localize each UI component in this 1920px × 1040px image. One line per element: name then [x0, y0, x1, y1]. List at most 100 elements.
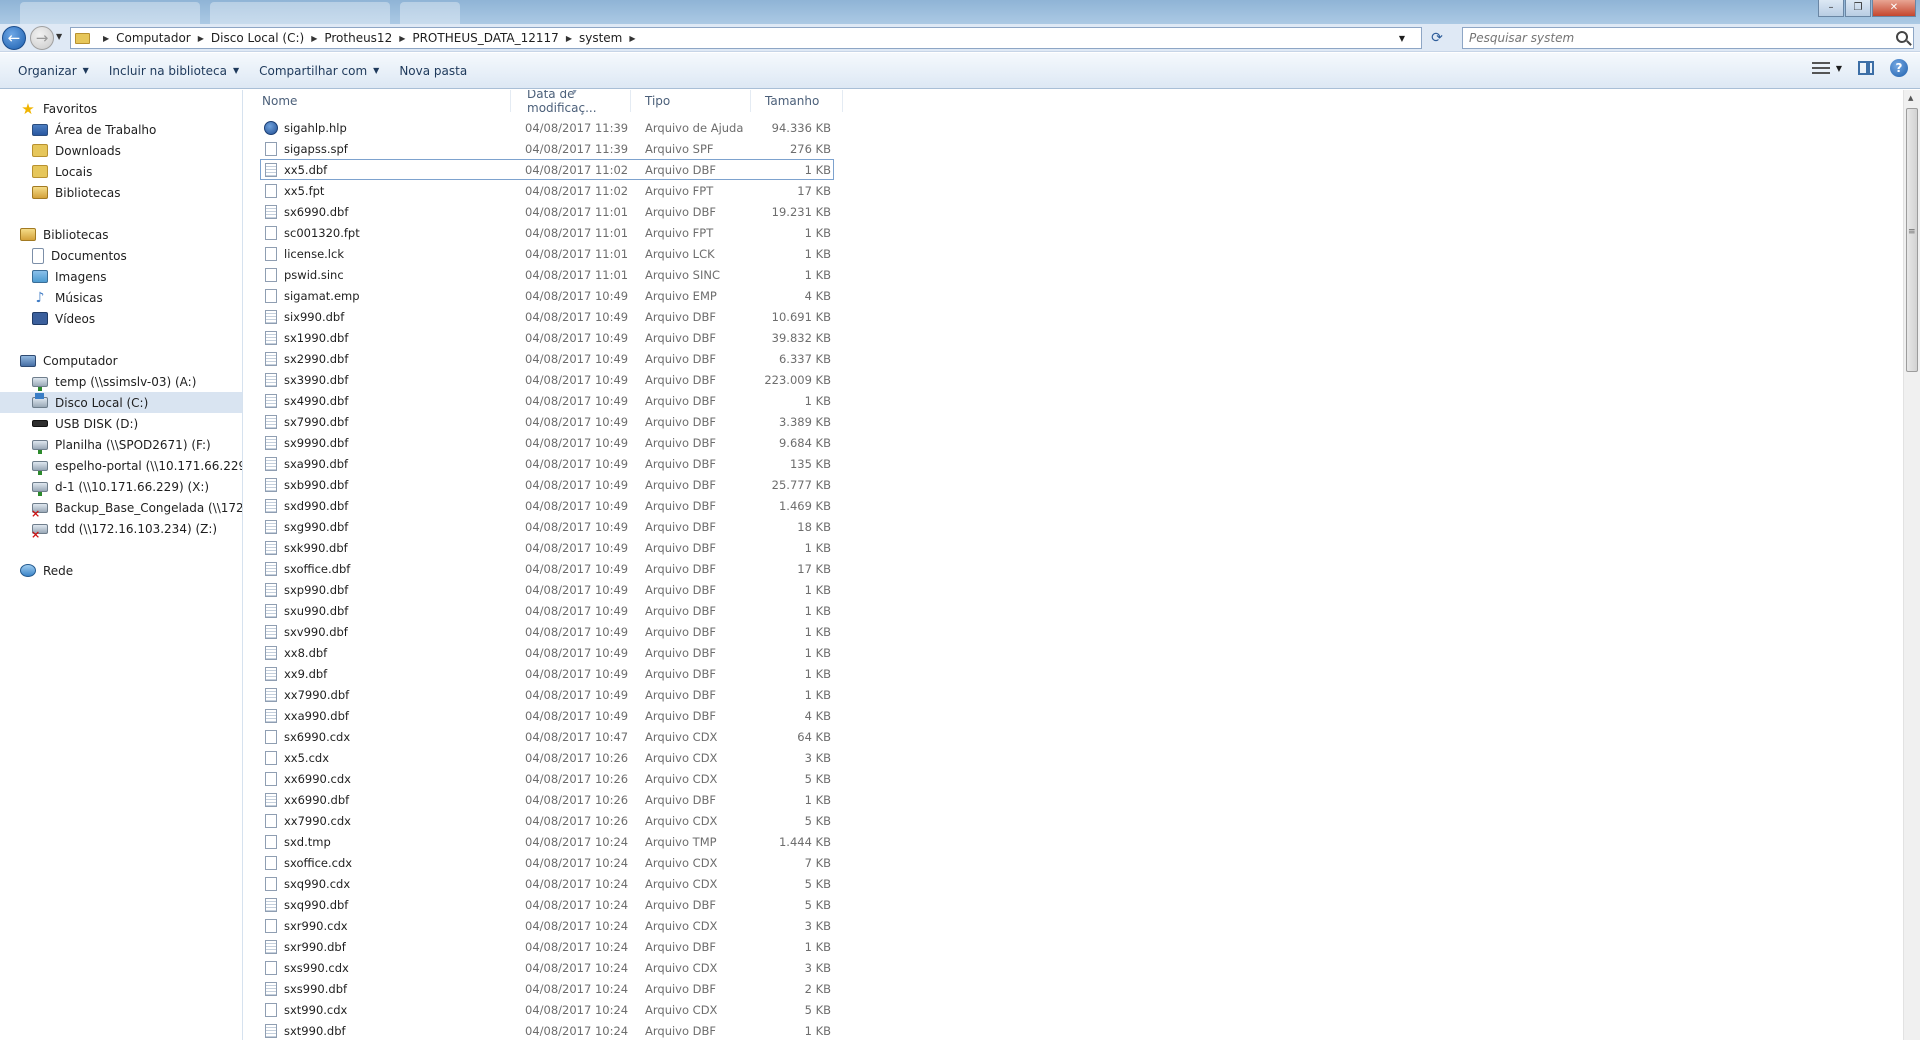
file-row[interactable]: sx1990.dbf 04/08/2017 10:49 Arquivo DBF 39.… [260, 327, 834, 348]
nav-item-drive-backup[interactable]: Backup_Base_Congelada (\\172.16.10 [0, 497, 242, 520]
file-row[interactable]: sx6990.cdx 04/08/2017 10:47 Arquivo CDX 64 … [260, 726, 834, 747]
chevron-right-icon[interactable]: ▶ [103, 34, 109, 43]
file-row[interactable]: license.lck 04/08/2017 11:01 Arquivo LCK 1 … [260, 243, 834, 264]
chevron-right-icon[interactable]: ▶ [566, 34, 572, 43]
history-dropdown-icon[interactable]: ▼ [56, 32, 62, 41]
file-row[interactable]: sx2990.dbf 04/08/2017 10:49 Arquivo DBF 6.3… [260, 348, 834, 369]
file-row[interactable]: sigapss.spf 04/08/2017 11:39 Arquivo SPF 27… [260, 138, 834, 159]
breadcrumb-protheus12[interactable]: Protheus12 [324, 31, 392, 45]
file-row[interactable]: sx4990.dbf 04/08/2017 10:49 Arquivo DBF 1 K… [260, 390, 834, 411]
nav-item-documents[interactable]: Documentos [0, 245, 242, 266]
nav-item-locais[interactable]: Locais [0, 161, 242, 182]
file-row[interactable]: sxq990.dbf 04/08/2017 10:24 Arquivo DBF 5 K… [260, 894, 834, 915]
chevron-right-icon[interactable]: ▶ [399, 34, 405, 43]
nav-libraries[interactable]: Bibliotecas [0, 224, 242, 245]
nav-favorites[interactable]: ★ Favoritos [0, 98, 242, 119]
file-row[interactable]: xx9.dbf 04/08/2017 10:49 Arquivo DBF 1 KB [260, 663, 834, 684]
column-header-type[interactable]: Tipo [631, 90, 751, 112]
new-folder-button[interactable]: Nova pasta [389, 59, 477, 83]
file-row[interactable]: xx8.dbf 04/08/2017 10:49 Arquivo DBF 1 KB [260, 642, 834, 663]
change-view-button[interactable]: ▼ [1811, 62, 1842, 74]
nav-item-drive-w[interactable]: espelho-portal (\\10.171.66.229) (W:) [0, 455, 242, 476]
nav-item-videos[interactable]: Vídeos [0, 308, 242, 329]
nav-item-desktop[interactable]: Área de Trabalho [0, 119, 242, 140]
scroll-up-icon[interactable]: ▲ [1908, 94, 1913, 102]
organize-button[interactable]: Organizar ▼ [8, 59, 99, 83]
breadcrumb-protheus-data[interactable]: PROTHEUS_DATA_12117 [412, 31, 558, 45]
nav-item-bibliotecas-fav[interactable]: Bibliotecas [0, 182, 242, 203]
file-row[interactable]: sxt990.cdx 04/08/2017 10:24 Arquivo CDX 5 K… [260, 999, 834, 1020]
file-row[interactable]: six990.dbf 04/08/2017 10:49 Arquivo DBF 10.… [260, 306, 834, 327]
nav-item-drive-a[interactable]: temp (\\ssimslv-03) (A:) [0, 371, 242, 392]
column-header-name[interactable]: Nome [244, 90, 511, 112]
nav-item-drive-c[interactable]: Disco Local (C:) [0, 392, 242, 413]
file-row[interactable]: sxr990.dbf 04/08/2017 10:24 Arquivo DBF 1 K… [260, 936, 834, 957]
file-row[interactable]: sx7990.dbf 04/08/2017 10:49 Arquivo DBF 3.3… [260, 411, 834, 432]
column-header-date[interactable]: Data de modificaç... [511, 90, 631, 115]
include-library-button[interactable]: Incluir na biblioteca ▼ [99, 59, 249, 83]
chevron-right-icon[interactable]: ▶ [311, 34, 317, 43]
nav-item-drive-x[interactable]: d-1 (\\10.171.66.229) (X:) [0, 476, 242, 497]
breadcrumb-computador[interactable]: Computador [116, 31, 191, 45]
column-header-size[interactable]: Tamanho [751, 90, 843, 112]
file-row[interactable]: sxd990.dbf 04/08/2017 10:49 Arquivo DBF 1.4… [260, 495, 834, 516]
preview-pane-icon[interactable] [1858, 61, 1874, 75]
share-button[interactable]: Compartilhar com ▼ [249, 59, 389, 83]
file-row[interactable]: xx7990.cdx 04/08/2017 10:26 Arquivo CDX 5 K… [260, 810, 834, 831]
file-row[interactable]: xx5.dbf 04/08/2017 11:02 Arquivo DBF 1 KB [260, 159, 834, 180]
nav-item-drive-f[interactable]: Planilha (\\SPOD2671) (F:) [0, 434, 242, 455]
file-row[interactable]: sxoffice.dbf 04/08/2017 10:49 Arquivo DBF 1… [260, 558, 834, 579]
refresh-icon[interactable]: ⟳ [1426, 27, 1448, 49]
nav-network[interactable]: Rede [0, 560, 242, 581]
file-row[interactable]: sxk990.dbf 04/08/2017 10:49 Arquivo DBF 1 K… [260, 537, 834, 558]
search-icon[interactable] [1896, 31, 1908, 43]
file-row[interactable]: sxp990.dbf 04/08/2017 10:49 Arquivo DBF 1 K… [260, 579, 834, 600]
file-row[interactable]: sigahlp.hlp 04/08/2017 11:39 Arquivo de Aj… [260, 117, 834, 138]
back-button[interactable]: ← [2, 26, 26, 50]
scrollbar-thumb[interactable] [1906, 108, 1918, 372]
file-row[interactable]: xx6990.cdx 04/08/2017 10:26 Arquivo CDX 5 K… [260, 768, 834, 789]
file-row[interactable]: xxa990.dbf 04/08/2017 10:49 Arquivo DBF 4 K… [260, 705, 834, 726]
close-button[interactable]: ✕ [1872, 0, 1916, 17]
nav-item-drive-d[interactable]: USB DISK (D:) [0, 413, 242, 434]
nav-item-music[interactable]: ♪ Músicas [0, 287, 242, 308]
file-row[interactable]: xx7990.dbf 04/08/2017 10:49 Arquivo DBF 1 K… [260, 684, 834, 705]
file-row[interactable]: xx5.cdx 04/08/2017 10:26 Arquivo CDX 3 KB [260, 747, 834, 768]
maximize-button[interactable]: ❐ [1845, 0, 1871, 17]
help-icon[interactable]: ? [1890, 59, 1908, 77]
file-row[interactable]: sxd.tmp 04/08/2017 10:24 Arquivo TMP 1.444 … [260, 831, 834, 852]
file-row[interactable]: sigamat.emp 04/08/2017 10:49 Arquivo EMP 4 … [260, 285, 834, 306]
search-input[interactable] [1463, 28, 1883, 48]
breadcrumb-system[interactable]: system [579, 31, 622, 45]
file-row[interactable]: sxb990.dbf 04/08/2017 10:49 Arquivo DBF 25.… [260, 474, 834, 495]
file-row[interactable]: sxq990.cdx 04/08/2017 10:24 Arquivo CDX 5 K… [260, 873, 834, 894]
chevron-right-icon[interactable]: ▶ [629, 34, 635, 43]
file-row[interactable]: sx6990.dbf 04/08/2017 11:01 Arquivo DBF 19.… [260, 201, 834, 222]
file-row[interactable]: sx9990.dbf 04/08/2017 10:49 Arquivo DBF 9.6… [260, 432, 834, 453]
address-dropdown-icon[interactable]: ▼ [1399, 34, 1405, 43]
file-row[interactable]: pswid.sinc 04/08/2017 11:01 Arquivo SINC 1 … [260, 264, 834, 285]
file-row[interactable]: sxs990.dbf 04/08/2017 10:24 Arquivo DBF 2 K… [260, 978, 834, 999]
file-row[interactable]: sxs990.cdx 04/08/2017 10:24 Arquivo CDX 3 K… [260, 957, 834, 978]
nav-item-drive-z[interactable]: tdd (\\172.16.103.234) (Z:) [0, 518, 242, 541]
file-row[interactable]: sxr990.cdx 04/08/2017 10:24 Arquivo CDX 3 K… [260, 915, 834, 936]
file-row[interactable]: sxg990.dbf 04/08/2017 10:49 Arquivo DBF 18 … [260, 516, 834, 537]
file-row[interactable]: sxv990.dbf 04/08/2017 10:49 Arquivo DBF 1 K… [260, 621, 834, 642]
file-row[interactable]: sxoffice.cdx 04/08/2017 10:24 Arquivo CDX 7… [260, 852, 834, 873]
forward-button[interactable]: → [30, 26, 54, 50]
minimize-button[interactable]: – [1818, 0, 1844, 17]
vertical-scrollbar[interactable]: ▲ [1903, 90, 1920, 1040]
nav-computer[interactable]: Computador [0, 350, 242, 371]
file-row[interactable]: sxa990.dbf 04/08/2017 10:49 Arquivo DBF 135… [260, 453, 834, 474]
address-bar[interactable]: ▶ Computador ▶ Disco Local (C:) ▶ Prothe… [70, 27, 1422, 49]
file-row[interactable]: sx3990.dbf 04/08/2017 10:49 Arquivo DBF 223… [260, 369, 834, 390]
chevron-right-icon[interactable]: ▶ [198, 34, 204, 43]
breadcrumb-disco-local[interactable]: Disco Local (C:) [211, 31, 304, 45]
file-row[interactable]: sxt990.dbf 04/08/2017 10:24 Arquivo DBF 1 K… [260, 1020, 834, 1040]
file-row[interactable]: xx6990.dbf 04/08/2017 10:26 Arquivo DBF 1 K… [260, 789, 834, 810]
file-row[interactable]: xx5.fpt 04/08/2017 11:02 Arquivo FPT 17 KB [260, 180, 834, 201]
nav-item-downloads[interactable]: Downloads [0, 140, 242, 161]
file-row[interactable]: sc001320.fpt 04/08/2017 11:01 Arquivo FPT 1… [260, 222, 834, 243]
file-row[interactable]: sxu990.dbf 04/08/2017 10:49 Arquivo DBF 1 K… [260, 600, 834, 621]
nav-item-images[interactable]: Imagens [0, 266, 242, 287]
